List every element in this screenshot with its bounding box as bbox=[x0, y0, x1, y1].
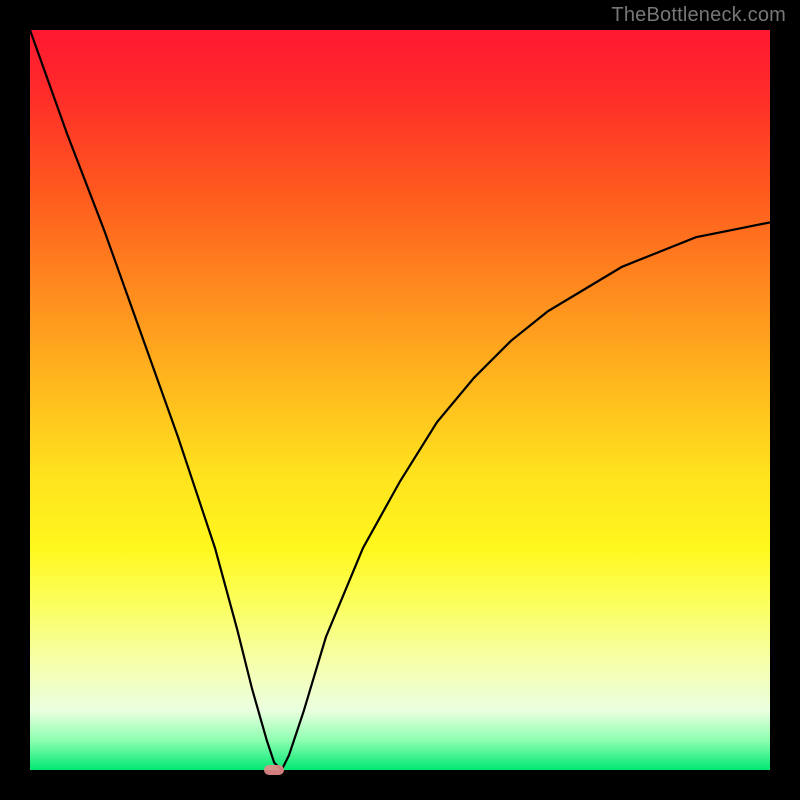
watermark-text: TheBottleneck.com bbox=[611, 4, 786, 27]
optimal-marker bbox=[264, 765, 284, 775]
curve-svg bbox=[30, 30, 770, 770]
plot-area bbox=[30, 30, 770, 770]
chart-frame: TheBottleneck.com bbox=[0, 0, 800, 800]
bottleneck-curve bbox=[30, 30, 770, 770]
